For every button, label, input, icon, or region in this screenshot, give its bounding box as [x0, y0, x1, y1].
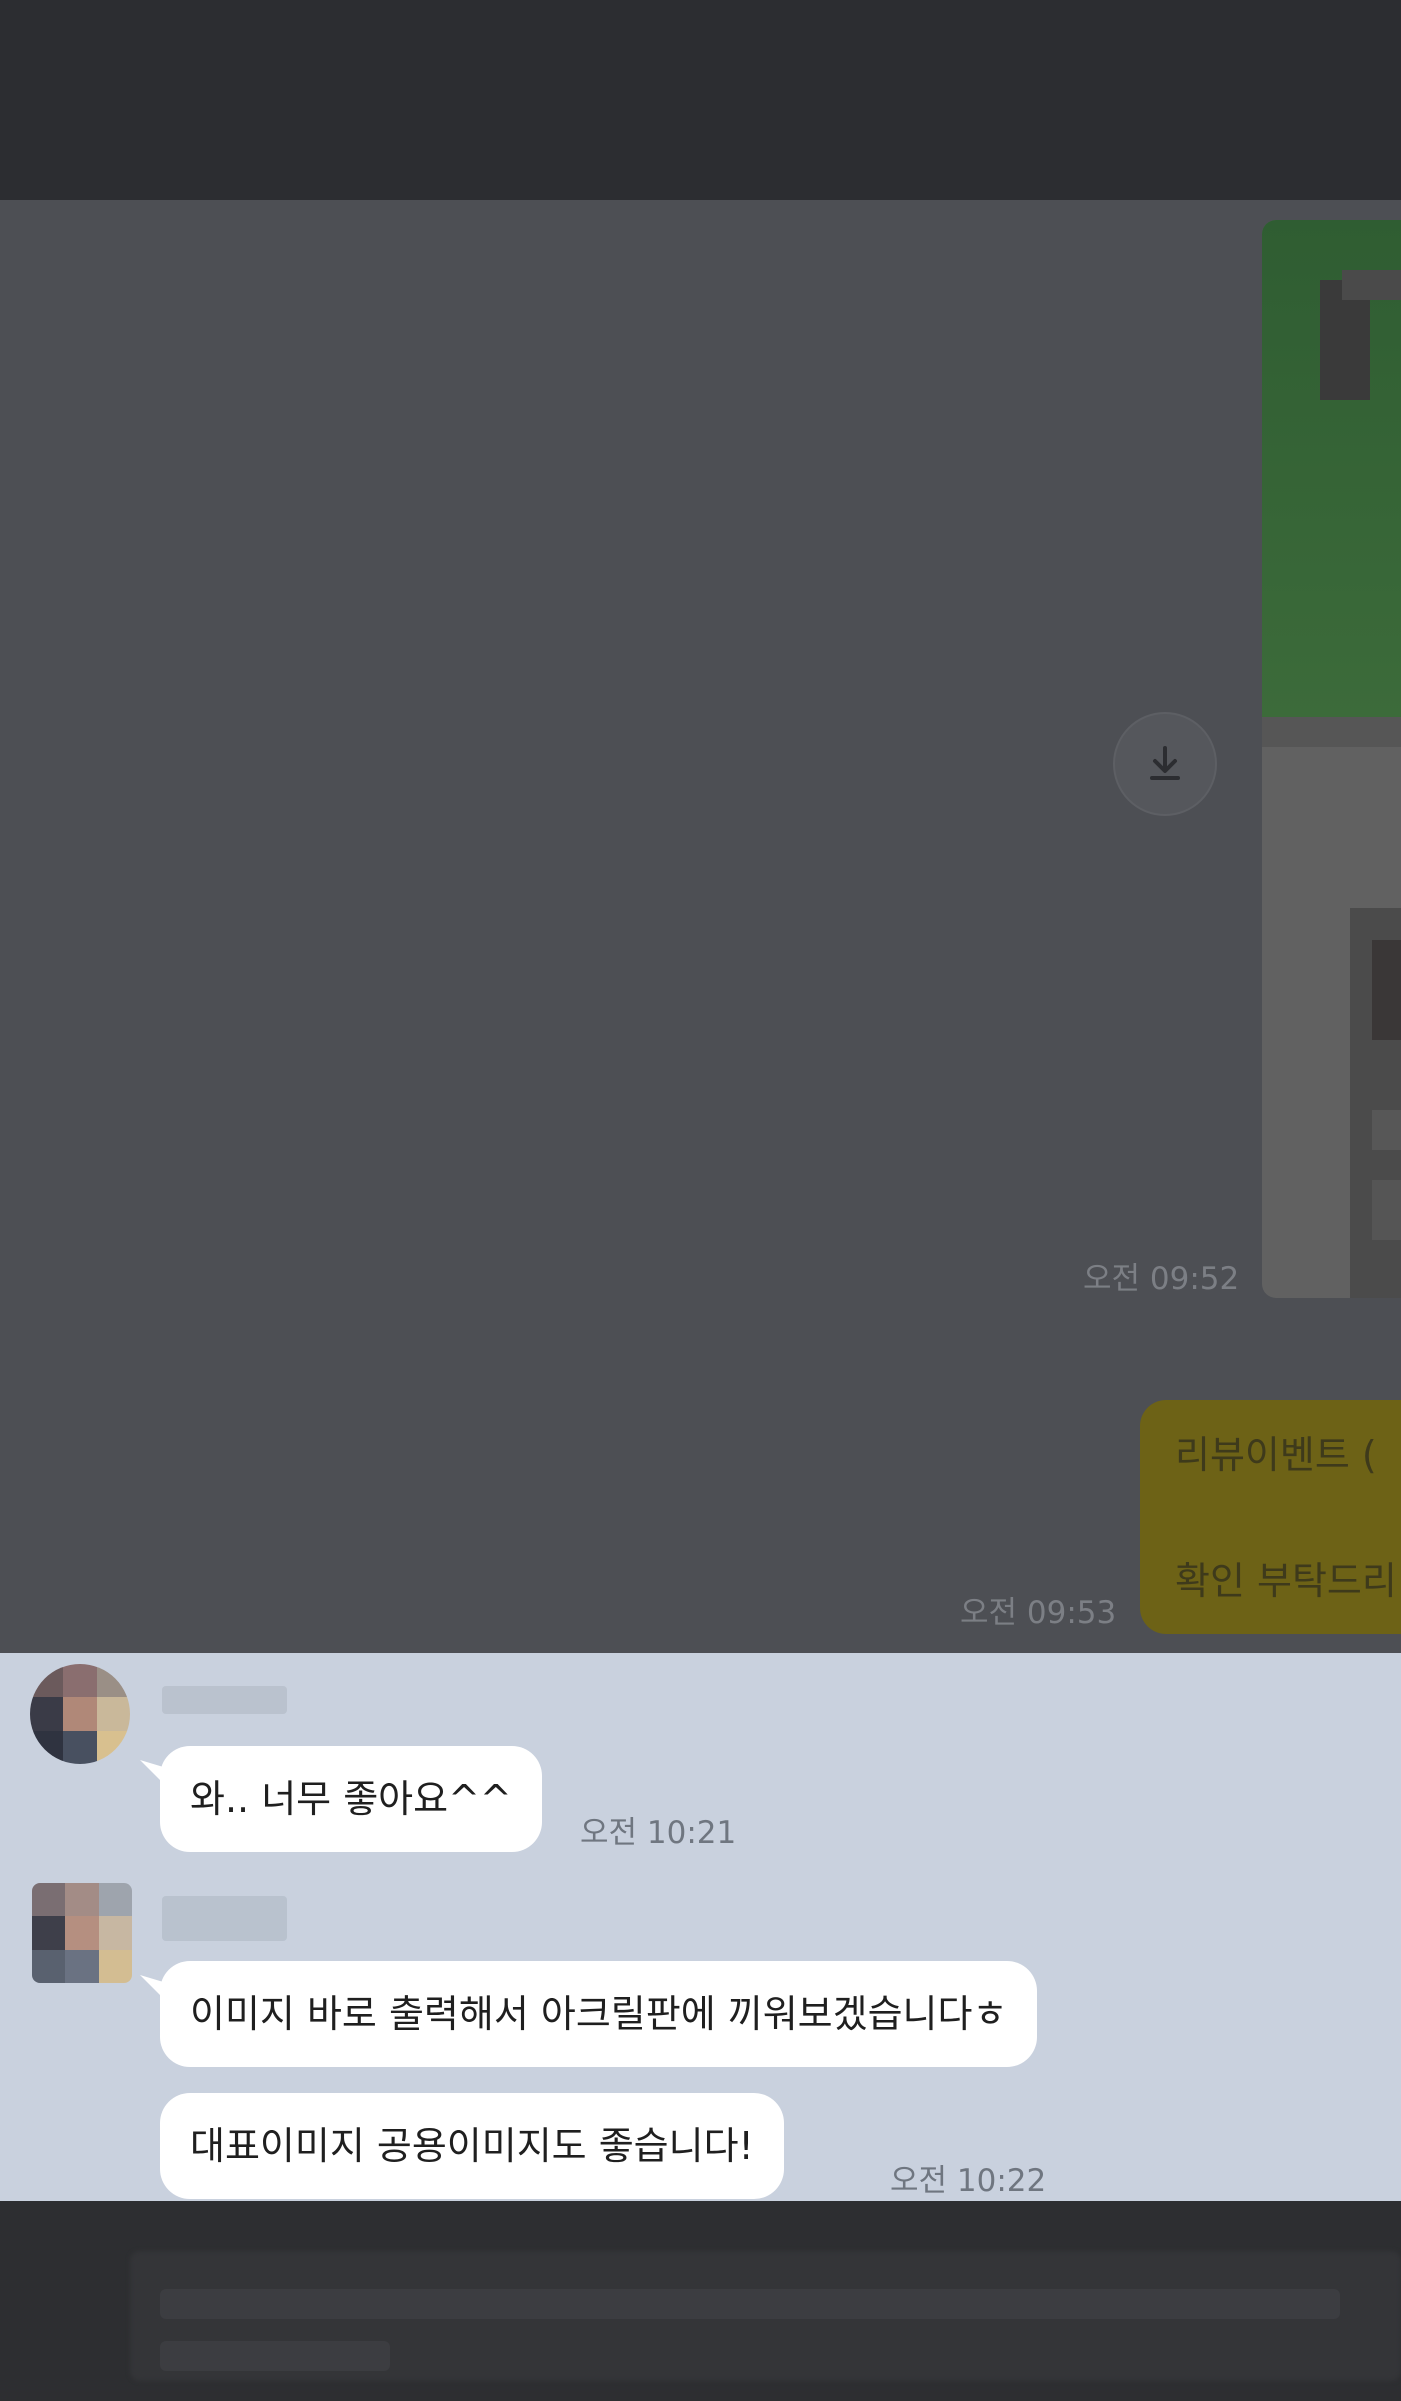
- dimmed-chat-history: 오전 09:52 리뷰이벤트 ( 확인 부탁드리 오전 09:53: [0, 200, 1401, 1653]
- top-bar: [0, 0, 1401, 200]
- image-strip: [1262, 717, 1401, 747]
- message-input-area[interactable]: [0, 2201, 1401, 2401]
- message-text-line: 리뷰이벤트 (: [1175, 1433, 1377, 1477]
- message-time: 오전 10:21: [580, 1815, 737, 1851]
- image-pixel-block: [1342, 270, 1401, 300]
- incoming-message-bubble[interactable]: 이미지 바로 출력해서 아크릴판에 끼워보겠습니다ㅎ: [160, 1961, 1038, 2067]
- shared-image-message[interactable]: [1262, 220, 1401, 1298]
- message-time: 오전 10:22: [890, 2163, 1047, 2199]
- chat-message-list: 와.. 너무 좋아요^^ 오전 10:21 이미지 바로 출력해서 아크릴판에 …: [0, 1653, 1401, 2201]
- image-pixel-block: [1372, 1180, 1401, 1240]
- download-button[interactable]: [1113, 712, 1217, 816]
- review-message-time: 오전 09:53: [960, 1595, 1117, 1631]
- image-pixel-block: [1372, 940, 1401, 1040]
- sender-name-blurred: [162, 1896, 287, 1941]
- incoming-message-bubble[interactable]: 대표이미지 공용이미지도 좋습니다!: [160, 2093, 784, 2199]
- sender-name-blurred: [162, 1686, 287, 1714]
- avatar[interactable]: [32, 1883, 132, 1983]
- outgoing-message-bubble[interactable]: 리뷰이벤트 ( 확인 부탁드리: [1140, 1400, 1401, 1634]
- blurred-text-line: [160, 2289, 1340, 2319]
- avatar[interactable]: [30, 1664, 130, 1764]
- message-text-line: 확인 부탁드리: [1175, 1559, 1397, 1603]
- download-icon: [1150, 746, 1180, 780]
- blurred-text-line: [160, 2341, 390, 2371]
- image-pixel-block: [1372, 1110, 1401, 1150]
- incoming-message-bubble[interactable]: 와.. 너무 좋아요^^: [160, 1746, 542, 1852]
- image-message-time: 오전 09:52: [1083, 1261, 1240, 1297]
